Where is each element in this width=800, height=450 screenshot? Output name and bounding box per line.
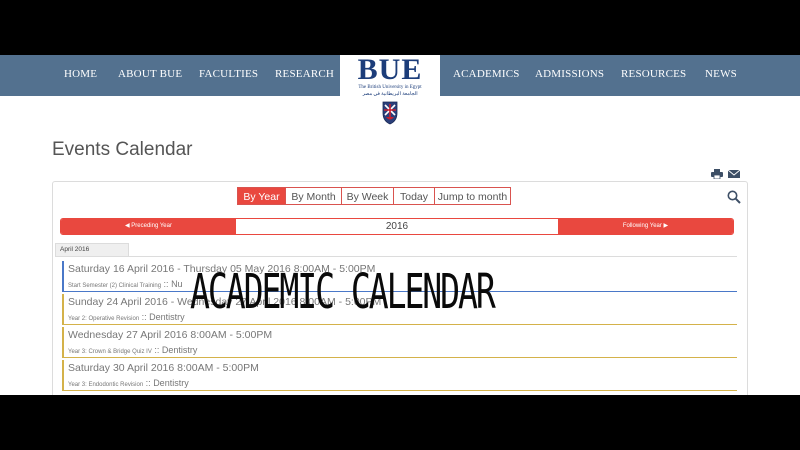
view-jump-to-month[interactable]: Jump to month — [434, 187, 511, 205]
event-detail: Year 2: Operative Revision — [68, 316, 140, 322]
nav-research[interactable]: RESEARCH — [275, 68, 334, 80]
nav-academics[interactable]: ACADEMICS — [453, 68, 520, 80]
year-navigation: ◀ Preceding Year 2016 Following Year ▶ — [60, 218, 734, 235]
event-category: Dentistry — [161, 345, 198, 355]
event-date: Wednesday 27 April 2016 8:00AM - 5:00PM — [68, 329, 273, 341]
event-detail-row: Year 3: Crown & Bridge Quiz IV :: Dentis… — [68, 345, 198, 355]
event-item[interactable]: Saturday 30 April 2016 8:00AM - 5:00PM Y… — [62, 360, 737, 391]
event-category: Dentistry — [149, 312, 185, 322]
event-detail-row: Start Semester (2) Clinical Training :: … — [68, 279, 183, 289]
nav-home[interactable]: HOME — [64, 68, 97, 80]
view-by-month[interactable]: By Month — [285, 187, 342, 205]
browser-viewport: HOME ABOUT BUE FACULTIES RESEARCH ACADEM… — [0, 55, 800, 395]
logo-text: BUE — [357, 55, 423, 86]
event-detail: Year 3: Endodontic Revision — [68, 382, 144, 388]
email-icon[interactable] — [728, 169, 740, 179]
preceding-year-label: Preceding Year — [131, 223, 172, 229]
nav-admissions[interactable]: ADMISSIONS — [535, 68, 604, 80]
event-detail-row: Year 3: Endodontic Revision :: Dentistry — [68, 378, 189, 388]
event-category: Dentistry — [153, 378, 189, 388]
following-year-label: Following Year — [622, 223, 662, 229]
view-by-year[interactable]: By Year — [237, 187, 286, 205]
following-year-button[interactable]: Following Year ▶ — [558, 219, 733, 234]
overlay-title: ACADEMIC CALENDAR — [190, 264, 496, 320]
logo-subtitle: The British University in Egypt — [358, 85, 422, 90]
print-icon[interactable] — [711, 169, 723, 179]
nav-resources[interactable]: RESOURCES — [621, 68, 686, 80]
nav-faculties[interactable]: FACULTIES — [199, 68, 258, 80]
event-date: Saturday 30 April 2016 8:00AM - 5:00PM — [68, 362, 259, 374]
view-by-week[interactable]: By Week — [341, 187, 394, 205]
month-divider — [55, 256, 737, 257]
current-year: 2016 — [385, 221, 409, 232]
event-item[interactable]: Wednesday 27 April 2016 8:00AM - 5:00PM … — [62, 327, 737, 358]
nav-about-bue[interactable]: ABOUT BUE — [118, 68, 182, 80]
event-detail: Start Semester (2) Clinical Training — [68, 283, 162, 289]
crest-icon — [382, 101, 398, 125]
search-icon[interactable] — [727, 190, 741, 204]
page-title: Events Calendar — [52, 139, 193, 160]
month-header: April 2016 — [55, 243, 129, 257]
view-today[interactable]: Today — [393, 187, 435, 205]
nav-news[interactable]: NEWS — [705, 68, 737, 80]
bue-logo[interactable]: BUE The British University in Egypt الجا… — [340, 55, 440, 97]
event-category: Nu — [171, 279, 183, 289]
event-detail: Year 3: Crown & Bridge Quiz IV — [68, 349, 152, 355]
top-navigation: HOME ABOUT BUE FACULTIES RESEARCH ACADEM… — [0, 55, 800, 97]
preceding-year-button[interactable]: ◀ Preceding Year — [61, 219, 236, 234]
event-detail-row: Year 2: Operative Revision :: Dentistry — [68, 312, 185, 322]
